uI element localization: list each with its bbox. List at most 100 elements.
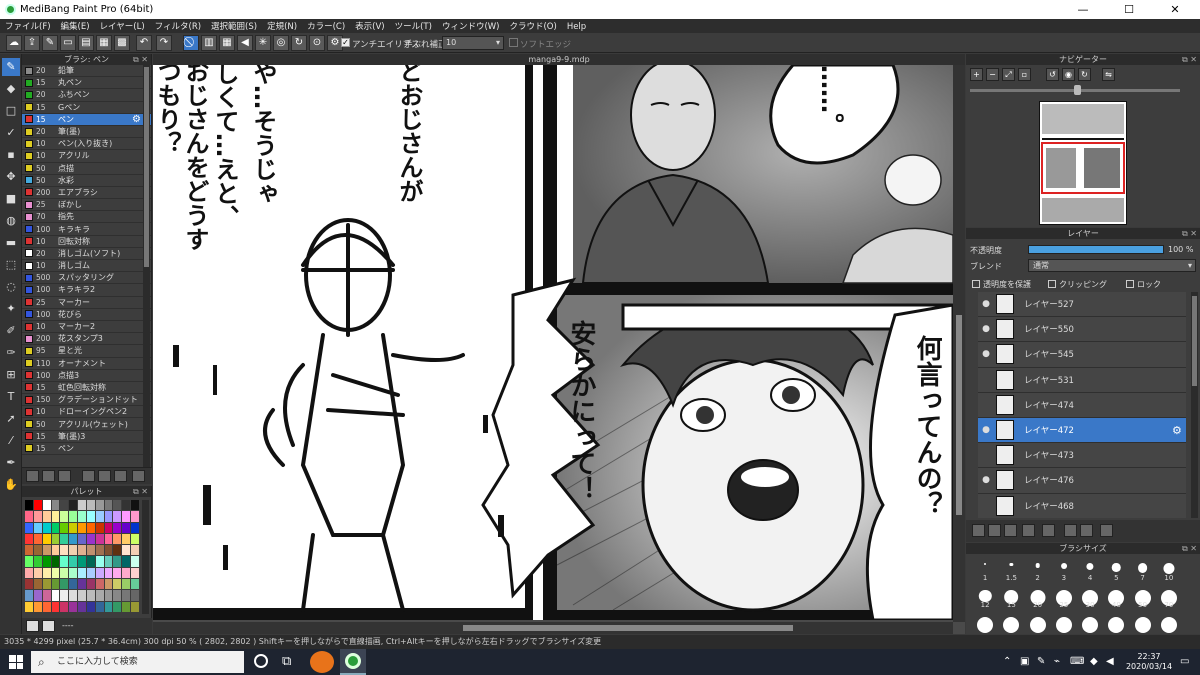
brush-item[interactable]: 10 消しゴム bbox=[22, 260, 151, 273]
palette-swatch[interactable] bbox=[42, 500, 51, 511]
speech-icon[interactable]: ▭ bbox=[60, 35, 76, 51]
palette-swatch[interactable] bbox=[95, 511, 104, 522]
navigator-zoom-slider[interactable] bbox=[970, 85, 1194, 95]
eye-icon[interactable]: ● bbox=[980, 323, 992, 335]
palette-swatch[interactable] bbox=[122, 545, 131, 556]
eye-icon[interactable] bbox=[980, 500, 992, 512]
dropbox-icon[interactable]: ◆ bbox=[1090, 656, 1098, 667]
brush-item[interactable]: 50 点描 bbox=[22, 163, 151, 175]
layer-row[interactable]: レイヤー531 bbox=[978, 367, 1186, 393]
brush-item[interactable]: 20 ふちペン bbox=[22, 89, 151, 102]
palette-swatch[interactable] bbox=[25, 511, 33, 522]
gear-icon[interactable]: ⚙ bbox=[132, 114, 141, 125]
layer-row[interactable]: レイヤー473 bbox=[978, 443, 1186, 469]
palette-swatch[interactable] bbox=[104, 556, 113, 567]
palette-swatch[interactable] bbox=[60, 545, 69, 556]
brush-menu-icon[interactable] bbox=[58, 470, 71, 482]
divide-tool-icon[interactable]: ⊞ bbox=[2, 366, 20, 384]
palette-swatch[interactable] bbox=[113, 590, 122, 601]
palette-swatch[interactable] bbox=[51, 533, 60, 545]
brush-item[interactable]: 100 キラキラ bbox=[22, 223, 151, 236]
softedge-checkbox[interactable] bbox=[509, 38, 518, 47]
palette-swatch[interactable] bbox=[69, 556, 78, 567]
palette-swatch[interactable] bbox=[42, 511, 51, 522]
layer-row[interactable]: ● レイヤー545 bbox=[978, 342, 1186, 368]
bucket-tool-icon[interactable]: ◍ bbox=[2, 212, 20, 230]
palette-swatch[interactable] bbox=[122, 522, 131, 533]
palette-swatch[interactable] bbox=[113, 556, 122, 567]
brush-item[interactable]: 25 ぼかし bbox=[22, 199, 151, 212]
palette-swatch[interactable] bbox=[78, 533, 86, 545]
palette-swatch[interactable] bbox=[104, 511, 113, 522]
brush-scrollbar[interactable] bbox=[143, 65, 150, 467]
brush-item[interactable]: 15 筆(墨)3 bbox=[22, 431, 151, 443]
palette-swatch[interactable] bbox=[25, 601, 33, 612]
palette-swatch[interactable] bbox=[51, 556, 60, 567]
menu-tool[interactable]: ツール(T) bbox=[390, 19, 437, 32]
palette-swatch[interactable] bbox=[60, 590, 69, 601]
palette-swatch[interactable] bbox=[25, 590, 33, 601]
brush-item[interactable]: 110 オーナメント bbox=[22, 358, 151, 370]
palette-swatch[interactable] bbox=[113, 522, 122, 533]
palette-swatch[interactable] bbox=[69, 567, 78, 579]
palette-swatch[interactable] bbox=[78, 590, 86, 601]
palette-swatch[interactable] bbox=[25, 522, 33, 533]
palette-swatch[interactable] bbox=[95, 500, 104, 511]
palette-swatch[interactable] bbox=[78, 601, 86, 612]
brush-item[interactable]: 20 鉛筆 bbox=[22, 65, 151, 78]
palette-swatch[interactable] bbox=[95, 522, 104, 533]
snap-circle-icon[interactable]: ◎ bbox=[273, 35, 289, 51]
duplicate-layer-icon[interactable] bbox=[1064, 524, 1077, 537]
brush-copy-icon[interactable] bbox=[82, 470, 95, 482]
palette-swatch[interactable] bbox=[42, 567, 51, 579]
brush-item[interactable]: 100 キラキラ2 bbox=[22, 284, 151, 297]
pen-tool-icon[interactable]: ✒ bbox=[2, 454, 20, 472]
cortana-icon[interactable] bbox=[254, 654, 268, 668]
add-brush-icon[interactable] bbox=[26, 470, 39, 482]
canvas-hscrollbar[interactable] bbox=[153, 622, 953, 634]
palette-swatch[interactable] bbox=[78, 511, 86, 522]
menu-help[interactable]: Help bbox=[562, 21, 591, 32]
maximize-button[interactable]: ☐ bbox=[1106, 0, 1152, 19]
palette-swatch[interactable] bbox=[113, 601, 122, 612]
firefox-icon[interactable] bbox=[310, 651, 334, 673]
palette-swatch[interactable] bbox=[60, 522, 69, 533]
menu-file[interactable]: ファイル(F) bbox=[0, 19, 56, 32]
palette-swatch[interactable] bbox=[86, 511, 95, 522]
manga-page[interactable]: つもり？ おじさんをどうす しくて…えと、 や…そうじゃ どおじさんが ……。 … bbox=[153, 65, 953, 620]
palette-swatch[interactable] bbox=[78, 545, 86, 556]
brush-size-option[interactable]: 2 bbox=[1025, 557, 1051, 582]
palette-swatch[interactable] bbox=[51, 590, 60, 601]
eye-icon[interactable]: ● bbox=[980, 298, 992, 310]
brush-size-option[interactable] bbox=[1103, 611, 1129, 636]
palette-swatch[interactable] bbox=[25, 567, 33, 579]
people-icon[interactable]: ⌃ bbox=[1003, 656, 1011, 667]
new-layer-icon[interactable] bbox=[972, 524, 985, 537]
layer-row[interactable]: ● レイヤー472 ⚙ bbox=[978, 417, 1186, 444]
snap-perspective-icon[interactable]: ◀ bbox=[237, 35, 253, 51]
palette-swatch[interactable] bbox=[33, 601, 42, 612]
palette-swatch[interactable] bbox=[122, 579, 131, 590]
palette-swatch[interactable] bbox=[60, 579, 69, 590]
stabilizer-select[interactable]: 10 ▾ bbox=[442, 36, 504, 50]
merge-layer-icon[interactable] bbox=[1080, 524, 1093, 537]
layer-row[interactable]: レイヤー474 bbox=[978, 392, 1186, 418]
palette-swatch[interactable] bbox=[86, 522, 95, 533]
layer-row[interactable]: ● レイヤー476 bbox=[978, 468, 1186, 494]
document-tab[interactable]: manga9-9.mdp bbox=[153, 54, 965, 65]
antialias-checkbox[interactable]: ✓ bbox=[341, 38, 350, 47]
brush-size-option[interactable]: 30 bbox=[1077, 584, 1103, 609]
palette-swatch[interactable] bbox=[104, 533, 113, 545]
brush-size-option[interactable]: 3 bbox=[1051, 557, 1077, 582]
opacity-slider[interactable] bbox=[1028, 245, 1164, 254]
palette-add-icon[interactable] bbox=[26, 620, 39, 632]
upload-icon[interactable]: ⇪ bbox=[24, 35, 40, 51]
gradient-tool-icon[interactable]: ▬ bbox=[2, 234, 20, 252]
palette-swatch[interactable] bbox=[113, 567, 122, 579]
redo-icon[interactable]: ↷ bbox=[156, 35, 172, 51]
palette-swatch[interactable] bbox=[95, 590, 104, 601]
palette-swatch[interactable] bbox=[122, 511, 131, 522]
palette-swatch[interactable] bbox=[69, 500, 78, 511]
snap-curve-icon[interactable]: ↻ bbox=[291, 35, 307, 51]
palette-swatch[interactable] bbox=[104, 590, 113, 601]
